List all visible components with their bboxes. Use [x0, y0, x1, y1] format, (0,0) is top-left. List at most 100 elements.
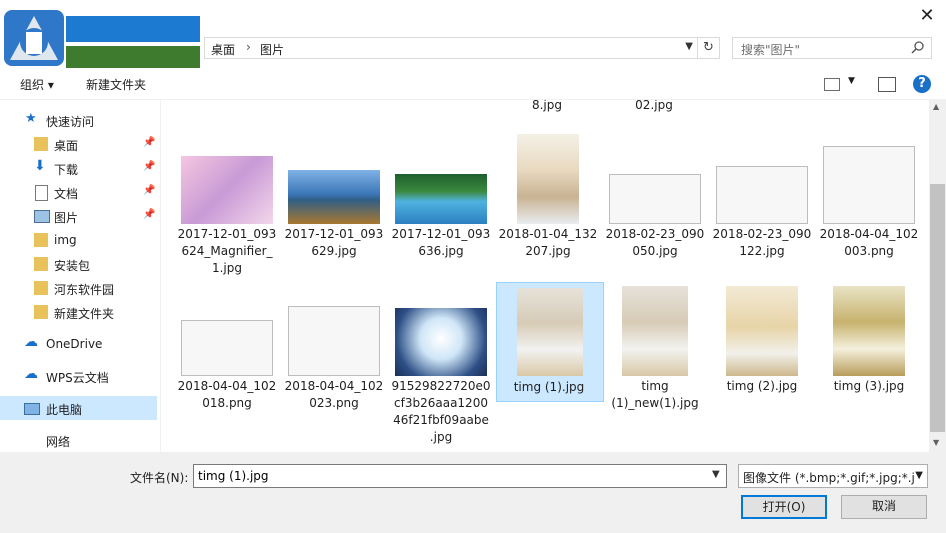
- file-tile[interactable]: 2017-12-01_093 636.jpg: [389, 134, 493, 274]
- nav-network[interactable]: 网络: [0, 428, 157, 452]
- cloud-icon: ☁: [24, 366, 38, 382]
- file-name: 91529822720e0 cf3b26aaa1200 46f21fbf09aa…: [391, 379, 491, 444]
- image-thumbnail: [181, 156, 273, 224]
- nav-item-documents[interactable]: 文档 📌: [0, 180, 157, 204]
- file-tile[interactable]: dd027719f2ff60 8.jpg: [495, 100, 599, 130]
- preview-pane-icon[interactable]: [878, 77, 896, 92]
- pin-icon: 📌: [143, 185, 156, 196]
- nav-label: 下载: [54, 163, 79, 177]
- nav-label: 文档: [54, 187, 79, 201]
- nav-wps-cloud[interactable]: ☁ WPS云文档: [0, 364, 157, 388]
- view-mode-icon[interactable]: [824, 78, 840, 91]
- file-name: timg (1).jpg: [513, 380, 585, 394]
- star-icon: ★: [25, 111, 37, 126]
- file-tile[interactable]: 91529822720e0 cf3b26aaa1200 46f21fbf09aa…: [389, 282, 493, 452]
- file-tile[interactable]: 2018-04-04_102 018.png: [175, 282, 279, 422]
- filetype-select[interactable]: 图像文件 (*.bmp;*.gif;*.jpg;*.j ▼: [738, 464, 928, 488]
- image-thumbnail: [395, 174, 487, 224]
- nav-label: 此电脑: [46, 403, 83, 417]
- folder-icon: [34, 281, 48, 295]
- nav-label: OneDrive: [46, 337, 103, 351]
- address-bar[interactable]: 桌面 › 图片 ▼: [204, 37, 698, 59]
- nav-item-installers[interactable]: 安装包: [0, 252, 157, 276]
- chevron-down-icon[interactable]: ▼: [712, 469, 720, 480]
- chevron-down-icon[interactable]: ▼: [685, 41, 693, 52]
- new-folder-button[interactable]: 新建文件夹: [86, 76, 146, 93]
- file-name: timg (3).jpg: [833, 379, 905, 393]
- scroll-down-arrow-icon[interactable]: ▼: [933, 438, 939, 447]
- scroll-up-arrow-icon[interactable]: ▲: [933, 102, 939, 111]
- close-button[interactable]: ✕: [912, 4, 942, 28]
- scroll-thumb[interactable]: [930, 184, 945, 432]
- nav-label: 快速访问: [46, 115, 95, 129]
- chevron-down-icon[interactable]: ▼: [848, 76, 855, 86]
- filetype-value: 图像文件 (*.bmp;*.gif;*.jpg;*.j: [743, 471, 915, 485]
- pin-icon: 📌: [143, 137, 156, 148]
- file-tile[interactable]: timg (3).jpg: [817, 282, 921, 422]
- help-icon[interactable]: ?: [913, 75, 931, 93]
- nav-item-pictures[interactable]: 图片 📌: [0, 204, 157, 228]
- navigation-pane: ★ 快速访问 桌面 📌 ⬇ 下载 📌 文档 📌 图片 📌 img 安装包 河东软…: [0, 100, 160, 452]
- image-thumbnail: [288, 306, 380, 376]
- filename-input[interactable]: [193, 464, 727, 488]
- nav-this-pc[interactable]: 此电脑: [0, 396, 157, 420]
- nav-onedrive[interactable]: ☁ OneDrive: [0, 332, 157, 356]
- nav-item-new-folder[interactable]: 新建文件夹: [0, 300, 157, 324]
- open-button[interactable]: 打开(O): [741, 495, 827, 519]
- nav-label: 河东软件园: [54, 283, 115, 297]
- search-placeholder: 搜索"图片": [741, 43, 801, 57]
- nav-item-img[interactable]: img: [0, 228, 157, 252]
- file-tile[interactable]: 2017-12-01_093 629.jpg: [282, 134, 386, 274]
- file-name: 2017-12-01_093 629.jpg: [284, 227, 384, 258]
- image-thumbnail: [288, 170, 380, 224]
- file-name: 2018-01-04_132 207.jpg: [498, 227, 598, 258]
- cloud-icon: ☁: [24, 334, 38, 350]
- nav-item-downloads[interactable]: ⬇ 下载 📌: [0, 156, 157, 180]
- cancel-button[interactable]: 取消: [841, 495, 927, 519]
- nav-label: img: [54, 233, 77, 247]
- file-tile[interactable]: 2018-02-23_090 050.jpg: [603, 134, 707, 274]
- file-tile[interactable]: 2017-12-01_093 624_Magnifier_ 1.jpg: [175, 134, 279, 275]
- file-tile[interactable]: 2018-04-04_102 003.png: [817, 134, 921, 274]
- vertical-scrollbar[interactable]: ▲ ▼: [929, 100, 946, 452]
- nav-quick-access[interactable]: ★ 快速访问: [0, 108, 157, 132]
- command-bar: 组织 ▾ 新建文件夹 ▼ ?: [0, 70, 946, 100]
- document-icon: [35, 185, 48, 201]
- nav-label: 新建文件夹: [54, 307, 115, 321]
- file-name: 2017-12-01_093 624_Magnifier_ 1.jpg: [177, 227, 277, 275]
- file-tile[interactable]: timg (1)_new(1).jpg: [603, 282, 707, 422]
- organize-button[interactable]: 组织 ▾: [20, 76, 54, 93]
- file-name: dd027719f2ff60 8.jpg: [531, 100, 563, 112]
- file-tile[interactable]: 2018-01-04_132 207.jpg: [496, 134, 600, 274]
- image-thumbnail: [716, 166, 808, 224]
- pictures-icon: [34, 210, 50, 223]
- breadcrumb-desktop[interactable]: 桌面: [211, 41, 235, 58]
- image-thumbnail: [517, 288, 583, 376]
- file-tile[interactable]: timg (1).jpg: [496, 282, 604, 402]
- filename-label: 文件名(N):: [130, 471, 189, 485]
- search-icon[interactable]: [911, 40, 925, 54]
- nav-label: 网络: [46, 435, 71, 449]
- file-name: 2018-04-04_102 018.png: [177, 379, 277, 410]
- image-thumbnail: [833, 286, 905, 376]
- image-thumbnail: [823, 146, 915, 224]
- refresh-button[interactable]: ↻: [698, 37, 720, 59]
- file-name: 2018-04-04_102 003.png: [819, 227, 919, 258]
- search-input[interactable]: 搜索"图片": [732, 37, 932, 59]
- image-thumbnail: [517, 134, 579, 224]
- file-tile[interactable]: 9d109b2de49 02.jpg: [602, 100, 706, 130]
- nav-item-desktop[interactable]: 桌面 📌: [0, 132, 157, 156]
- nav-label: 图片: [54, 211, 79, 225]
- file-name: timg (1)_new(1).jpg: [611, 379, 699, 410]
- file-tile[interactable]: 2018-04-04_102 023.png: [282, 282, 386, 422]
- file-tile[interactable]: timg (2).jpg: [710, 282, 814, 422]
- title-banner-green: [66, 46, 200, 68]
- nav-item-hedong[interactable]: 河东软件园: [0, 276, 157, 300]
- file-tile[interactable]: 2018-02-23_090 122.jpg: [710, 134, 814, 274]
- breadcrumb-pictures[interactable]: 图片: [260, 41, 284, 58]
- folder-icon: [34, 257, 48, 271]
- file-name: 9d109b2de49 02.jpg: [635, 100, 673, 112]
- breadcrumb-separator[interactable]: ›: [246, 40, 251, 54]
- title-banner-blue: [66, 16, 200, 42]
- image-thumbnail: [622, 286, 688, 376]
